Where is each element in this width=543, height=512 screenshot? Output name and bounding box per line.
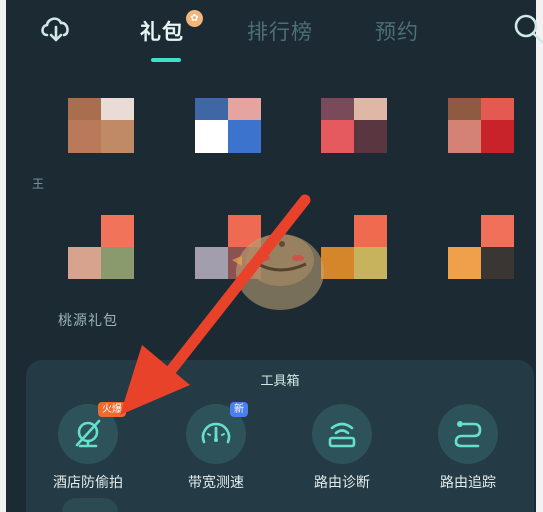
- tool-bandwidth-test[interactable]: 新 带宽测速: [158, 400, 258, 500]
- tab-ranking[interactable]: 排行榜: [247, 16, 313, 46]
- router-icon: [312, 404, 372, 464]
- gift-icon[interactable]: [321, 215, 387, 281]
- tool-route-trace[interactable]: 路由追踪: [410, 400, 510, 500]
- side-character: 王: [32, 177, 45, 191]
- mascot-watermark: [228, 220, 328, 312]
- tab-reservation[interactable]: 预约: [375, 16, 419, 46]
- tool-label: 路由诊断: [314, 475, 370, 491]
- cloud-download-icon[interactable]: [38, 10, 74, 46]
- toolbox-panel: 工具箱 火爆 酒店防偷拍 新 带宽测速 路由诊断 路由追踪: [26, 360, 534, 512]
- top-navigation-bar: 礼包 ✿ 排行榜 预约: [6, 0, 543, 70]
- gift-icon[interactable]: [195, 98, 261, 164]
- tool-label: 带宽测速: [188, 475, 244, 491]
- gift-icon[interactable]: [448, 215, 514, 281]
- gift-icon[interactable]: [68, 215, 134, 281]
- route-trace-icon: [438, 404, 498, 464]
- hot-badge: 火爆: [98, 402, 126, 417]
- toolbox-title: 工具箱: [260, 374, 300, 389]
- next-row-item: [62, 498, 118, 512]
- tool-hotel-anti-spycam[interactable]: 火爆 酒店防偷拍: [30, 400, 130, 500]
- gift-grid: 王 桃源礼包: [6, 70, 536, 360]
- tool-router-diagnosis[interactable]: 路由诊断: [284, 400, 384, 500]
- tool-label: 酒店防偷拍: [53, 475, 123, 491]
- search-icon[interactable]: [512, 12, 543, 44]
- tab-gift-badge: ✿: [186, 10, 203, 27]
- tool-label: 路由追踪: [440, 475, 496, 491]
- gift-label: 桃源礼包: [58, 313, 118, 329]
- gift-icon[interactable]: [321, 98, 387, 164]
- gift-icon[interactable]: [448, 98, 514, 164]
- tab-gift[interactable]: 礼包: [140, 16, 184, 46]
- active-tab-indicator: [151, 58, 181, 62]
- new-badge: 新: [230, 402, 248, 417]
- right-frame: [536, 0, 543, 512]
- gift-icon[interactable]: [68, 98, 134, 164]
